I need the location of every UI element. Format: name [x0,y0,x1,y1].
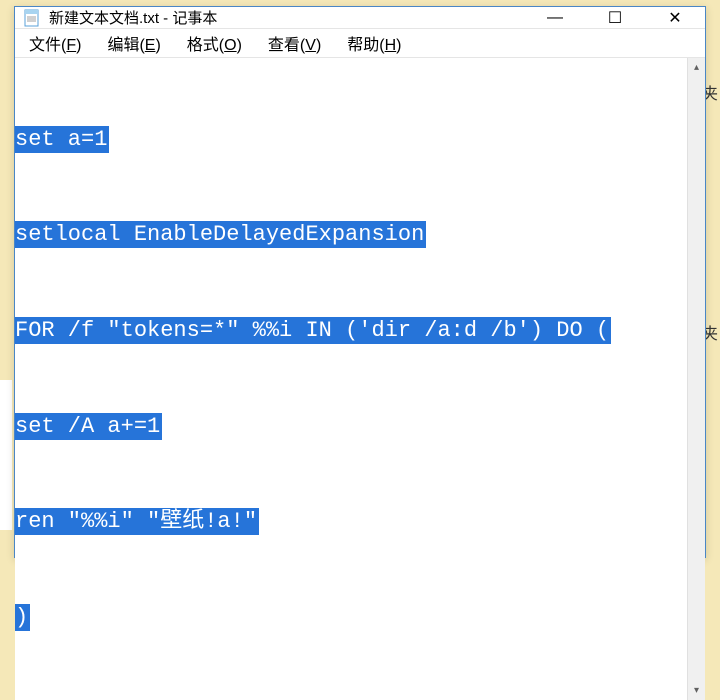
menu-format[interactable]: 格式(O) [183,29,246,57]
text-line: FOR /f "tokens=*" %%i IN ('dir /a:d /b')… [15,317,611,344]
menu-edit[interactable]: 编辑(E) [103,29,164,57]
window-title: 新建文本文档.txt - 记事本 [49,7,525,28]
maximize-button[interactable]: ☐ [585,7,645,28]
menubar: 文件(F) 编辑(E) 格式(O) 查看(V) 帮助(H) [15,29,705,58]
text-line: set a=1 [15,126,109,153]
text-editor[interactable]: set a=1 setlocal EnableDelayedExpansion … [15,58,687,700]
menu-view[interactable]: 查看(V) [264,29,325,57]
menu-help[interactable]: 帮助(H) [343,29,405,57]
text-line: ) [15,604,30,631]
notepad-icon [23,9,41,27]
close-button[interactable]: ✕ [645,7,705,28]
scroll-up-icon[interactable]: ▴ [688,58,705,76]
notepad-window: 新建文本文档.txt - 记事本 — ☐ ✕ 文件(F) 编辑(E) 格式(O)… [14,6,706,558]
text-line: setlocal EnableDelayedExpansion [15,221,426,248]
vertical-scrollbar[interactable]: ▴ ▾ [687,58,705,700]
content-area: set a=1 setlocal EnableDelayedExpansion … [15,58,705,700]
window-controls: — ☐ ✕ [525,7,705,28]
titlebar[interactable]: 新建文本文档.txt - 记事本 — ☐ ✕ [15,7,705,29]
background-strip [0,380,12,530]
text-line: set /A a+=1 [15,413,162,440]
menu-file[interactable]: 文件(F) [25,29,85,57]
scroll-down-icon[interactable]: ▾ [688,682,705,700]
text-line: ren "%%i" "壁纸!a!" [15,508,259,535]
minimize-button[interactable]: — [525,7,585,28]
